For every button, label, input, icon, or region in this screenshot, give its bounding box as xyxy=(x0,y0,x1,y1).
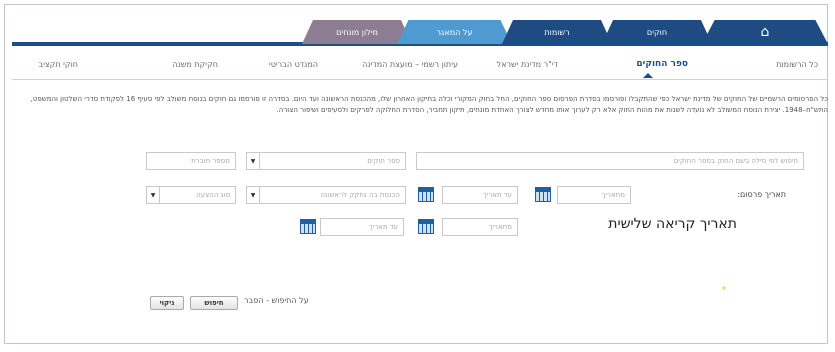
calendar-icon[interactable] xyxy=(418,219,434,234)
law-book-select[interactable]: ספר חוקים ▼ xyxy=(246,152,406,170)
subnav-british-mandate[interactable]: המנדט הבריטי xyxy=(269,60,318,69)
subnav-law-book[interactable]: ספר החוקים xyxy=(636,59,688,69)
calendar-icon[interactable] xyxy=(300,219,316,234)
subnav-state-council[interactable]: עיתון רשמי – מועצת המדינה xyxy=(362,60,458,69)
publish-to-date-input[interactable]: עד תאריך xyxy=(442,186,518,204)
first-knesset-select-label: הכנסת בה נחקק לראשונה xyxy=(320,191,400,199)
description-text: כל הפרסומים הרשמיים של החוקים של מדינת י… xyxy=(30,95,828,114)
chevron-down-icon: ▼ xyxy=(247,153,260,169)
publication-type-select[interactable]: סוג ההצעה ▼ xyxy=(146,186,236,204)
third-reading-to-date-input[interactable]: עד תאריך xyxy=(320,218,404,236)
subnav-all-records[interactable]: כל הרשומות xyxy=(776,60,818,69)
publish-from-date-input[interactable]: מתאריך xyxy=(557,186,631,204)
subnav-divider xyxy=(12,79,828,80)
tab-glossary-label: מילון מונחים xyxy=(336,27,378,37)
subnav-israel-gazette[interactable]: די"ר מדינת ישראל xyxy=(497,60,558,69)
subnav-secondary-legislation[interactable]: חקיקת משנה xyxy=(172,60,218,69)
search-help-link[interactable]: על החיפוש - הסבר xyxy=(244,296,309,305)
home-icon: ⌂ xyxy=(760,24,770,40)
top-tabs: מילון מונחים על המאגר רשומות חוקים ⌂ xyxy=(12,20,828,46)
third-reading-from-date-input[interactable]: מתאריך xyxy=(442,218,518,236)
tab-about[interactable]: על המאגר xyxy=(397,20,512,44)
tab-laws[interactable]: חוקים xyxy=(602,20,712,44)
publish-date-label: תאריך פרסום: xyxy=(737,190,786,199)
calendar-icon[interactable] xyxy=(535,187,551,202)
booklet-number-input[interactable]: מספר חוברת xyxy=(146,152,236,170)
publication-type-select-label: סוג ההצעה xyxy=(196,191,230,199)
first-knesset-select[interactable]: הכנסת בה נחקק לראשונה ▼ xyxy=(246,186,406,204)
search-button[interactable]: חיפוש xyxy=(190,296,238,310)
tab-about-label: על המאגר xyxy=(436,27,473,37)
tab-glossary[interactable]: מילון מונחים xyxy=(302,20,412,44)
chevron-down-icon: ▼ xyxy=(247,187,260,203)
sub-navigation: כל הרשומות ספר החוקים די"ר מדינת ישראל ע… xyxy=(12,58,828,78)
third-reading-label: תאריך קריאה שלישית xyxy=(608,216,737,232)
clear-button[interactable]: ניקוי xyxy=(150,296,184,310)
tab-records[interactable]: רשומות xyxy=(502,20,612,44)
decorative-dot xyxy=(722,286,726,290)
active-caret-icon xyxy=(643,73,653,78)
chevron-down-icon: ▼ xyxy=(147,187,160,203)
search-input[interactable]: חיפוש לפי מילה בשם החוק בספר החוקים xyxy=(416,152,804,170)
subnav-budget-laws[interactable]: חוקי תקציב xyxy=(38,60,78,69)
calendar-icon[interactable] xyxy=(418,187,434,202)
page-frame xyxy=(4,4,828,344)
law-book-select-label: ספר חוקים xyxy=(367,157,400,165)
tab-laws-label: חוקים xyxy=(646,27,668,37)
tab-records-label: רשומות xyxy=(544,27,570,37)
tab-home[interactable]: ⌂ xyxy=(702,20,828,44)
